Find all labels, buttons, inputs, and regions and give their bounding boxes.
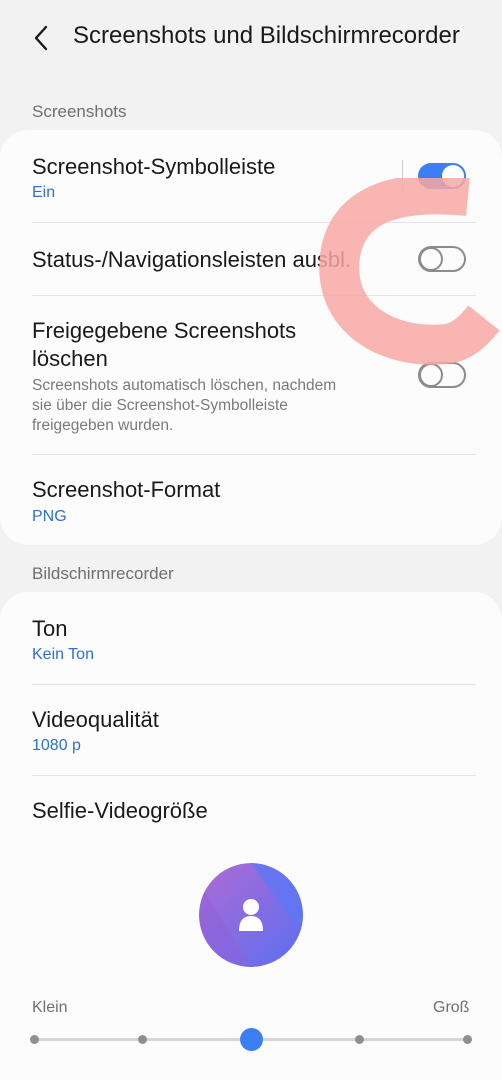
toggle-knob xyxy=(419,247,443,271)
delete-shared-desc-line3: freigegeben wurden. xyxy=(32,417,174,434)
screenshot-toolbar-value: Ein xyxy=(32,184,56,201)
delete-shared-desc-line2: sie über die Screenshot-Symbolleiste xyxy=(32,397,288,414)
delete-shared-title-line2: löschen xyxy=(32,346,108,371)
chevron-left-icon xyxy=(34,25,48,51)
slider-step[interactable] xyxy=(463,1035,472,1044)
section-header-screenshots: Screenshots xyxy=(32,102,127,121)
video-quality-value: 1080 p xyxy=(32,737,81,754)
hide-bars-toggle[interactable] xyxy=(418,246,466,272)
slider-step[interactable] xyxy=(30,1035,39,1044)
screenshot-toolbar-title: Screenshot-Symbolleiste xyxy=(32,154,276,179)
delete-shared-toggle[interactable] xyxy=(418,362,466,388)
hide-bars-title: Status-/Navigationsleisten ausbl. xyxy=(32,247,352,272)
selfie-preview-avatar xyxy=(199,863,303,967)
screenshot-format-row[interactable]: Screenshot-Format PNG xyxy=(0,455,502,545)
slider-min-label: Klein xyxy=(32,999,68,1016)
slider-step[interactable] xyxy=(138,1035,147,1044)
row-separator xyxy=(402,160,403,190)
slider-step[interactable] xyxy=(355,1035,364,1044)
screenshot-toolbar-toggle[interactable] xyxy=(418,163,466,189)
toggle-knob xyxy=(419,363,443,387)
selfie-size-row: Selfie-Videogröße xyxy=(0,776,502,846)
back-button[interactable] xyxy=(24,20,58,56)
page-title: Screenshots und Bildschirmrecorder xyxy=(73,22,460,49)
delete-shared-desc-line1: Screenshots automatisch löschen, nachdem xyxy=(32,377,337,394)
person-icon xyxy=(199,863,303,967)
video-quality-title: Videoqualität xyxy=(32,707,159,732)
selfie-size-slider-thumb[interactable] xyxy=(240,1028,263,1051)
screenshot-format-title: Screenshot-Format xyxy=(32,477,221,502)
delete-shared-title-line1: Freigegebene Screenshots xyxy=(32,318,297,343)
section-header-recorder: Bildschirmrecorder xyxy=(32,564,174,583)
selfie-size-title: Selfie-Videogröße xyxy=(32,798,208,823)
toggle-knob xyxy=(442,165,464,187)
sound-row[interactable]: Ton Kein Ton xyxy=(0,592,502,684)
app-header: Screenshots und Bildschirmrecorder xyxy=(0,0,502,80)
sound-title: Ton xyxy=(32,616,68,641)
slider-max-label: Groß xyxy=(433,999,470,1016)
video-quality-row[interactable]: Videoqualität 1080 p xyxy=(0,685,502,775)
sound-value: Kein Ton xyxy=(32,646,94,663)
screenshot-format-value: PNG xyxy=(32,508,67,525)
